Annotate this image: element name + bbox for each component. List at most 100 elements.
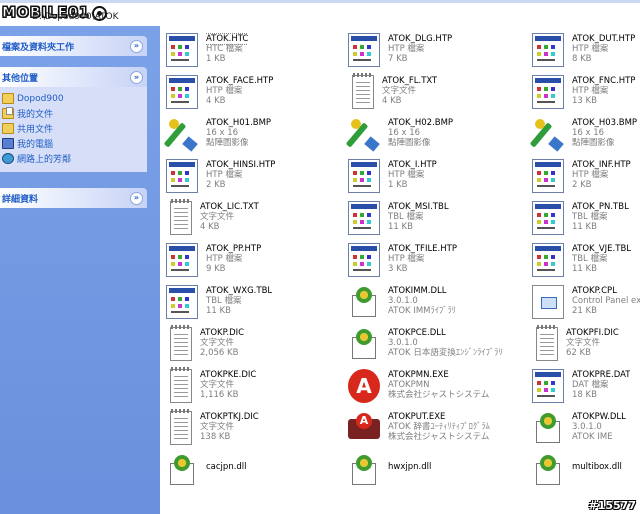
file-meta: cacjpn.dll [206,450,247,472]
place-item[interactable]: 共用文件 [2,121,147,136]
other-places-panel: 其他位置 « Dopod900 我的文件共用文件我的電腦網路上的芳鄰 [0,67,147,172]
file-type: HTP 檔案 [572,86,609,96]
details-header[interactable]: 詳細資料 » [0,188,147,208]
folder-icon [2,123,14,134]
file-item[interactable]: ATOK_TFILE.HTP HTP 檔案 3 KB [348,240,528,288]
chevron-down-icon[interactable]: » [130,39,143,53]
file-size: 62 KB [566,348,591,358]
document-file-icon [532,369,564,403]
place-label: 共用文件 [17,125,54,135]
file-item[interactable]: ATOKP.DIC 文字文件 2,056 KB [166,324,346,372]
file-item[interactable]: ATOK_VJE.TBL TBL 檔案 11 KB [532,240,640,288]
file-item[interactable]: ATOK_H01.BMP 16 x 16 點陣圖影像 [166,114,346,162]
file-meta: ATOKP.CPLControl Panel exte21 KB [572,282,640,316]
file-type: 文字文件 [200,380,235,390]
file-type: 文字文件 [200,338,235,348]
dll-file-icon [348,453,380,487]
file-size: 9 KB [206,264,226,274]
file-name: ATOKP.DIC [200,328,245,338]
file-item[interactable]: ATOK_WXG.TBL TBL 檔案 11 KB [166,282,346,330]
file-meta: ATOK_FNC.HTP HTP 檔案 13 KB [572,72,635,106]
file-tasks-header[interactable]: 檔案及資料夾工作 » [0,36,147,56]
file-type: 16 x 16 [388,128,421,138]
file-item[interactable]: ATOK_INF.HTP HTP 檔案 2 KB [532,156,640,204]
dll-file-icon [532,453,564,487]
chevron-up-icon[interactable]: « [130,70,143,84]
file-item[interactable]: ATOKPKE.DIC 文字文件 1,116 KB [166,366,346,414]
file-name: ATOKPKE.DIC [200,370,257,380]
file-item[interactable]: hwxjpn.dll [348,450,528,498]
file-item[interactable]: ATOKPUT.EXEATOK 辞書ﾕｰﾃｨﾘﾃｨﾌﾟﾛｸﾞﾗﾑ株式会社ジャスト… [348,408,528,456]
file-item[interactable]: ATOKPTKJ.DIC 文字文件 138 KB [166,408,346,456]
chevron-down-icon[interactable]: » [130,191,143,205]
file-meta: ATOK_H03.BMP 16 x 16 點陣圖影像 [572,114,637,148]
file-size: 11 KB [388,222,413,232]
file-type: HTP 檔案 [388,254,425,264]
file-item[interactable]: ATOKPRE.DAT DAT 檔案 18 KB [532,366,640,414]
file-name: multibox.dll [572,462,622,472]
file-size: 4 KB [200,222,220,232]
file-name: ATOK_H03.BMP [572,118,638,128]
file-meta: ATOK_DUT.HTP HTP 檔案 8 KB [572,30,635,64]
file-item[interactable]: multibox.dll [532,450,640,498]
file-size: 18 KB [572,390,597,400]
file-item[interactable]: ATOKPCE.DLL 3.0.1.0 ATOK 日本語変換ｴﾝｼﾞﾝﾗｲﾌﾞﾗﾘ [348,324,528,372]
details-panel: 詳細資料 » [0,188,147,208]
file-meta: ATOKPKE.DIC 文字文件 1,116 KB [200,366,256,400]
document-file-icon [348,159,380,193]
file-size: 11 KB [572,222,597,232]
file-meta: ATOK_H02.BMP 16 x 16 點陣圖影像 [388,114,453,148]
file-item[interactable]: ATOK_HINSI.HTP HTP 檔案 2 KB [166,156,346,204]
place-item[interactable]: 我的文件 [2,106,147,121]
file-item[interactable]: ATOK.HTC HTC 檔案 1 KB [166,30,346,78]
document-file-icon [348,201,380,235]
file-meta: ATOKPUT.EXE ATOK 辞書ﾕｰﾃｨﾘﾃｨﾌﾟﾛｸﾞﾗﾑ 株式会社ジャスト… [388,408,490,442]
place-item[interactable]: 我的電腦 [2,136,147,151]
file-meta: ATOK_H01.BMP 16 x 16 點陣圖影像 [206,114,271,148]
file-item[interactable]: ATOK_PP.HTP HTP 檔案 9 KB [166,240,346,288]
file-item[interactable]: ATOK_MSI.TBL TBL 檔案 11 KB [348,198,528,246]
file-item[interactable]: ATOK_FNC.HTP HTP 檔案 13 KB [532,72,640,120]
file-type: Control Panel exte [572,296,640,306]
file-type: HTP 檔案 [572,170,609,180]
text-file-icon [170,409,192,445]
atok-dictionary-app-icon [348,411,380,445]
file-meta: ATOK_FL.TXT 文字文件 4 KB [382,72,437,106]
file-name: ATOKPRE.DAT [572,370,631,380]
file-item[interactable]: ATOK_H02.BMP 16 x 16 點陣圖影像 [348,114,528,162]
file-name: ATOK.HTC [206,33,249,45]
file-item[interactable]: ATOK_DUT.HTP HTP 檔案 8 KB [532,30,640,78]
text-file-icon [170,367,192,403]
file-item[interactable]: ATOK_PN.TBL TBL 檔案 11 KB [532,198,640,246]
bitmap-file-icon [348,117,380,152]
file-meta: ATOK_I.HTP HTP 檔案 1 KB [388,156,437,190]
file-item[interactable]: ATOKPW.DLL 3.0.1.0 ATOK IME [532,408,640,456]
place-label: 我的電腦 [17,140,54,150]
file-name: ATOKPCE.DLL [388,328,446,338]
file-name: cacjpn.dll [206,462,247,472]
file-meta: multibox.dll [572,450,622,472]
file-item[interactable]: cacjpn.dll [166,450,346,498]
file-item[interactable]: ATOK_FL.TXT 文字文件 4 KB [348,72,528,120]
file-meta: ATOKIMM.DLL 3.0.1.0 ATOK IMMﾗｲﾌﾞﾗﾘ [388,282,456,316]
watermark: #15577 [588,499,637,512]
file-item[interactable]: ATOK_H03.BMP 16 x 16 點陣圖影像 [532,114,640,162]
place-item[interactable]: 網路上的芳鄰 [2,151,147,166]
file-size: 2,056 KB [200,348,239,358]
file-name: ATOK_H01.BMP [206,118,272,128]
place-item[interactable]: Dopod900 [2,91,147,106]
file-item[interactable]: ATOK_FACE.HTP HTP 檔案 4 KB [166,72,346,120]
other-places-header[interactable]: 其他位置 « [0,67,147,87]
file-item[interactable]: ATOKP.CPLControl Panel exte21 KB [532,282,640,330]
file-item[interactable]: ATOK_LIC.TXT 文字文件 4 KB [166,198,346,246]
top-strip: MOBILE01 D:\Dopod900\ATOK [0,0,640,26]
file-item[interactable]: ATOKPFI.DIC 文字文件 62 KB [532,324,640,372]
file-item[interactable]: ATOK_I.HTP HTP 檔案 1 KB [348,156,528,204]
file-item[interactable]: ATOKIMM.DLL 3.0.1.0 ATOK IMMﾗｲﾌﾞﾗﾘ [348,282,528,330]
place-label: 網路上的芳鄰 [17,155,72,165]
file-item[interactable]: ATOK_DLG.HTP HTP 檔案 7 KB [348,30,528,78]
file-meta: ATOK_TFILE.HTP HTP 檔案 3 KB [388,240,457,274]
file-meta: ATOKP.DIC 文字文件 2,056 KB [200,324,244,358]
file-item[interactable]: ATOKPMN.EXEATOKPMN株式会社ジャストシステム [348,366,528,414]
bitmap-file-icon [532,117,564,152]
